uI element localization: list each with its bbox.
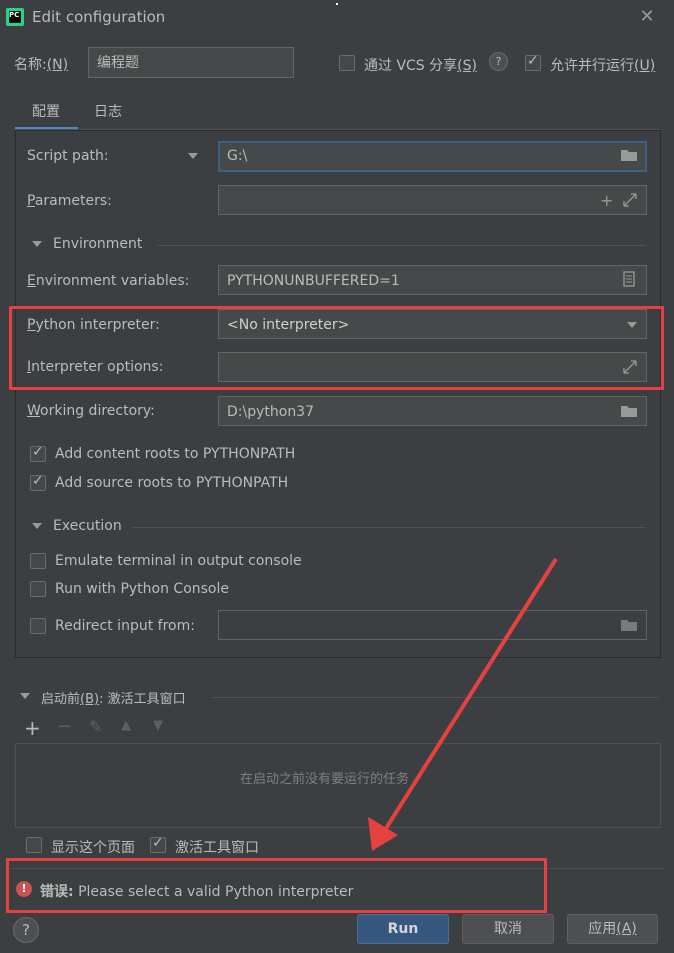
tab-logs[interactable]: 日志 (94, 101, 122, 121)
add-source-roots-checkbox[interactable] (30, 473, 46, 491)
help-icon[interactable]: ? (489, 52, 508, 71)
run-with-console-label: Run with Python Console (55, 581, 230, 597)
show-page-checkbox[interactable] (26, 837, 42, 853)
expand-icon[interactable] (622, 192, 638, 212)
window-title: Edit configuration (32, 8, 166, 26)
activate-tool-window-label: 激活工具窗口 (175, 840, 259, 856)
vcs-share-checkbox[interactable] (339, 55, 355, 71)
emulate-terminal-checkbox[interactable] (30, 553, 46, 569)
script-path-input[interactable]: G:\ (218, 141, 647, 172)
cancel-button[interactable]: 取消 (462, 914, 554, 944)
folder-icon[interactable] (620, 404, 638, 422)
title-bar: PC Edit configuration ✕ (0, 0, 674, 36)
before-launch-collapse-icon[interactable] (20, 693, 30, 699)
show-page-label: 显示这个页面 (51, 840, 135, 856)
before-launch-suffix: : 激活工具窗口 (99, 692, 186, 707)
add-content-roots-label: Add content roots to PYTHONPATH (55, 446, 296, 462)
run-with-console-checkbox[interactable] (30, 581, 46, 597)
execution-collapse-icon[interactable] (32, 523, 42, 529)
parallel-run-checkbox[interactable] (525, 53, 541, 71)
add-content-roots-checkbox[interactable] (30, 444, 46, 462)
parameters-label: Parameters: (27, 193, 112, 209)
vcs-share-label: 通过 VCS 分享(S) (364, 55, 477, 75)
stray-dot (336, 3, 338, 5)
script-path-value: G:\ (227, 148, 248, 164)
env-vars-label: Environment variables: (27, 273, 190, 289)
run-button[interactable]: Run (357, 914, 449, 944)
pycharm-logo-text: PC (9, 11, 21, 23)
redirect-input-checkbox[interactable] (30, 618, 46, 634)
working-dir-label: Working directory: (27, 403, 155, 419)
before-launch-mnemonic: (B) (80, 692, 100, 707)
edit-icon[interactable]: ✎ (89, 717, 102, 736)
minus-icon[interactable]: − (57, 716, 72, 737)
name-label-mnemonic: (N) (46, 57, 69, 73)
folder-icon[interactable] (620, 148, 638, 166)
plus-icon[interactable]: + (24, 716, 41, 740)
folder-icon[interactable] (620, 618, 638, 636)
script-path-label: Script path: (27, 148, 109, 164)
before-launch-title-text: 启动前 (41, 692, 81, 707)
help-icon[interactable]: ? (13, 917, 39, 943)
name-label: 名称:(N) (14, 54, 68, 74)
apply-button-label: 应用 (588, 921, 617, 937)
plus-icon[interactable]: + (600, 191, 613, 210)
vcs-share-mnemonic: (S) (457, 58, 477, 74)
env-vars-input[interactable]: PYTHONUNBUFFERED=1 (218, 265, 647, 295)
annotation-arrow (368, 557, 558, 851)
move-up-icon[interactable]: ▲ (121, 718, 131, 733)
parallel-run-label-text: 允许并行运行 (550, 58, 634, 74)
execution-section-title: Execution (53, 518, 122, 534)
name-label-text: 名称: (14, 57, 47, 73)
working-dir-input[interactable]: D:\python37 (218, 396, 647, 426)
vcs-share-label-text: 通过 VCS 分享 (364, 58, 458, 74)
environment-section-title: Environment (53, 236, 143, 252)
close-icon[interactable]: ✕ (636, 6, 658, 28)
name-input[interactable]: 编程题 (88, 47, 294, 78)
parallel-run-mnemonic: (U) (634, 58, 656, 74)
parallel-run-label: 允许并行运行(U) (550, 55, 655, 75)
annotation-highlight-box (9, 306, 664, 390)
add-source-roots-label: Add source roots to PYTHONPATH (55, 475, 289, 491)
execution-divider (132, 527, 646, 528)
activate-tool-window-checkbox[interactable] (150, 835, 166, 853)
environment-divider (158, 245, 646, 246)
tab-config[interactable]: 配置 (32, 101, 60, 121)
emulate-terminal-label: Emulate terminal in output console (55, 553, 302, 569)
move-down-icon[interactable]: ▼ (153, 718, 163, 733)
parameters-input[interactable] (218, 185, 647, 215)
annotation-error-box (6, 858, 547, 913)
before-launch-title: 启动前(B): 激活工具窗口 (41, 688, 186, 707)
document-icon[interactable] (623, 271, 635, 291)
apply-button-mnemonic: (A) (616, 921, 637, 937)
environment-collapse-icon[interactable] (32, 241, 42, 247)
redirect-input-label: Redirect input from: (55, 618, 195, 634)
pycharm-logo-icon: PC (6, 8, 24, 26)
script-path-mode-dropdown-icon[interactable] (188, 153, 198, 159)
apply-button[interactable]: 应用(A) (567, 914, 658, 944)
